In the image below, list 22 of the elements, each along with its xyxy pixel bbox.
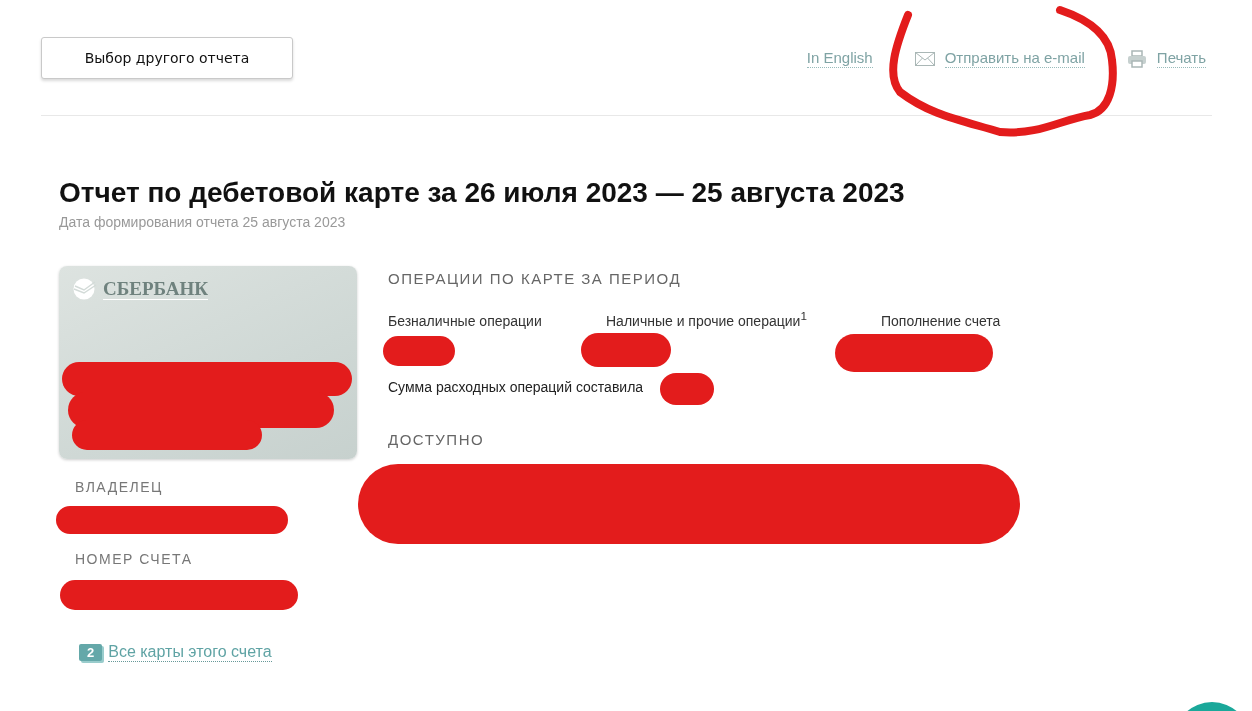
all-cards-link[interactable]: Все карты этого счета: [108, 643, 272, 662]
operation-type-label: Пополнение счета: [881, 313, 1001, 329]
card-count-badge: 2: [79, 644, 103, 661]
bank-logo-text: СБЕРБАНК: [103, 278, 209, 300]
available-heading: ДОСТУПНО: [388, 431, 486, 448]
envelope-icon: [914, 51, 935, 66]
printer-icon: [1126, 49, 1147, 68]
header-link[interactable]: In English: [806, 49, 873, 68]
operations-heading: ОПЕРАЦИИ ПО КАРТЕ ЗА ПЕРИОД: [388, 270, 683, 287]
account-label: НОМЕР СЧЕТА: [75, 551, 194, 567]
redaction-scribble: [660, 373, 714, 405]
report-select-button[interactable]: Выбор другого отчета: [41, 37, 293, 79]
bank-logo-icon: [71, 278, 97, 300]
expense-total-label: Сумма расходных операций составила: [388, 379, 645, 395]
report-title: Отчет по дебетовой карте за 26 июля 2023 — 25 августа 2023: [59, 176, 906, 210]
header-link[interactable]: Отправить на e-mail: [944, 49, 1085, 68]
header-link[interactable]: Печать: [1156, 49, 1206, 68]
redaction-scribble: [383, 336, 455, 366]
owner-label: ВЛАДЕЛЕЦ: [75, 479, 164, 495]
operation-type-label: Наличные и прочие операции$^{1}$: [606, 309, 807, 329]
operation-type-label: Безналичные операции: [388, 313, 542, 329]
report-date: Дата формирования отчета 25 августа 2023: [59, 214, 347, 230]
